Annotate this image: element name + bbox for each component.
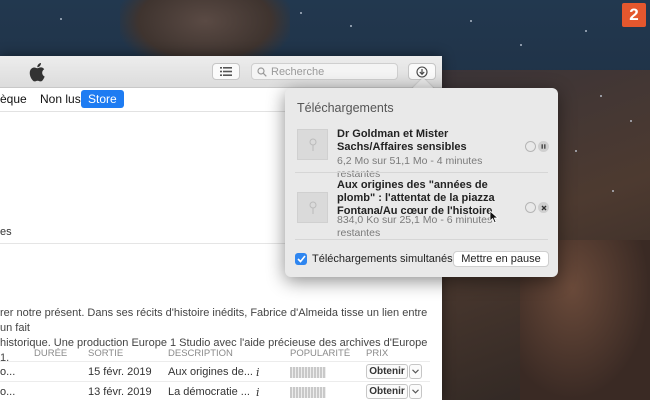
sidebar-item-label[interactable]: es	[0, 226, 12, 238]
episode-title: o...	[0, 366, 16, 378]
search-field[interactable]	[251, 63, 398, 80]
simultaneous-downloads-checkbox[interactable]	[295, 253, 307, 265]
get-options-button[interactable]	[409, 364, 422, 379]
column-header-duration[interactable]: DURÉE	[34, 348, 67, 359]
column-header-price[interactable]: PRIX	[366, 348, 388, 359]
divider	[295, 172, 548, 173]
star	[612, 190, 614, 192]
info-icon[interactable]: i	[256, 366, 260, 379]
search-input[interactable]	[271, 65, 391, 78]
nav-item-unread[interactable]: Non lus	[40, 92, 81, 106]
table-row[interactable]: o... 15 févr. 2019 Aux origines de... i …	[0, 361, 430, 381]
description-line: rer notre présent. Dans ses récits d'his…	[0, 307, 428, 334]
episode-date: 15 févr. 2019	[88, 366, 152, 378]
episode-description: Aux origines de...	[168, 366, 253, 378]
downloads-popover: Téléchargements Dr Goldman et Mister Sac…	[285, 88, 558, 277]
popularity-bar	[290, 367, 326, 378]
star	[60, 18, 62, 20]
table-row[interactable]: o... 13 févr. 2019 La démocratie ... i O…	[0, 381, 430, 400]
checkmark-icon	[296, 255, 306, 263]
episode-title: o...	[0, 386, 16, 398]
column-header-popularity[interactable]: POPULARITÉ	[290, 348, 350, 359]
get-button[interactable]: Obtenir	[366, 364, 408, 379]
star	[575, 150, 577, 152]
chevron-down-icon	[412, 369, 419, 374]
pause-download-button[interactable]	[538, 141, 549, 152]
column-header-description[interactable]: DESCRIPTION	[168, 348, 233, 359]
column-header-release[interactable]: SORTIE	[88, 348, 123, 359]
popover-title: Téléchargements	[297, 101, 394, 115]
star	[600, 95, 602, 97]
step-badge: 2	[622, 3, 646, 27]
episode-date: 13 févr. 2019	[88, 386, 152, 398]
search-icon	[257, 66, 267, 77]
episodes-table-header: DURÉE SORTIE DESCRIPTION POPULARITÉ PRIX	[0, 348, 430, 362]
mouse-cursor-icon	[489, 210, 499, 224]
episode-description: La démocratie ...	[168, 386, 250, 398]
star	[585, 30, 587, 32]
download-progress-text: 834,0 Ko sur 25,1 Mo - 6 minutes restant…	[337, 214, 493, 239]
simultaneous-downloads-label: Téléchargements simultanés	[312, 253, 453, 265]
star	[300, 12, 302, 14]
podcast-thumbnail	[297, 129, 328, 160]
download-arrow-icon	[416, 65, 428, 78]
progress-ring-icon	[525, 141, 536, 152]
titlebar	[0, 56, 442, 88]
list-icon	[220, 67, 232, 76]
get-options-button[interactable]	[409, 384, 422, 399]
podcast-icon	[309, 138, 316, 151]
chevron-down-icon	[412, 389, 419, 394]
download-title: Dr Goldman et Mister Sachs/Affaires sens…	[337, 128, 467, 153]
progress-ring-icon	[525, 202, 536, 213]
star	[520, 44, 522, 46]
nav-item-store[interactable]: Store	[81, 90, 124, 108]
simultaneous-downloads-option[interactable]: Téléchargements simultanés	[295, 253, 453, 265]
cancel-download-button[interactable]	[538, 202, 549, 213]
apple-logo-icon	[29, 63, 45, 82]
download-title: Aux origines des "années de plomb" : l'a…	[337, 179, 495, 217]
get-button[interactable]: Obtenir	[366, 384, 408, 399]
info-icon[interactable]: i	[256, 386, 260, 399]
star	[470, 20, 472, 22]
nav-item-library[interactable]: èque	[0, 92, 27, 106]
pause-all-button[interactable]: Mettre en pause	[453, 251, 549, 267]
cancel-icon	[541, 205, 546, 210]
star	[630, 120, 632, 122]
star	[350, 25, 352, 27]
download-progress-text: 6,2 Mo sur 51,1 Mo - 4 minutes restantes	[337, 155, 483, 180]
podcast-thumbnail	[297, 192, 328, 223]
list-view-button[interactable]	[212, 63, 240, 80]
podcast-icon	[309, 201, 316, 214]
pause-icon	[541, 144, 546, 149]
popularity-bar	[290, 387, 326, 398]
divider	[295, 239, 548, 240]
